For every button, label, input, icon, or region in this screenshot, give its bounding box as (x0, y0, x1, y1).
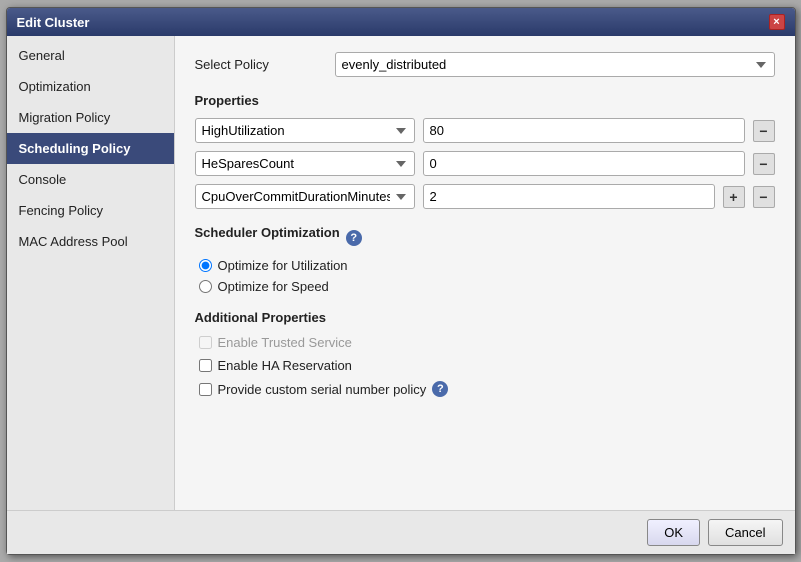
scheduler-help-icon[interactable]: ? (346, 230, 362, 246)
radio-label-opt-utilization[interactable]: Optimize for Utilization (218, 258, 348, 273)
property-row-1: HeSparesCount − (195, 151, 775, 176)
checkbox-row-custom-serial: Provide custom serial number policy? (195, 381, 775, 397)
main-content: Select Policy evenly_distributednonepowe… (175, 36, 795, 510)
radio-opt-utilization[interactable] (199, 259, 212, 272)
property-minus-button-0[interactable]: − (753, 120, 775, 142)
radio-opt-speed[interactable] (199, 280, 212, 293)
sidebar-item-mac-address-pool[interactable]: MAC Address Pool (7, 226, 174, 257)
select-policy-row: Select Policy evenly_distributednonepowe… (195, 52, 775, 77)
properties-title: Properties (195, 93, 775, 108)
edit-cluster-dialog: Edit Cluster × GeneralOptimizationMigrat… (6, 7, 796, 555)
radio-label-opt-speed[interactable]: Optimize for Speed (218, 279, 329, 294)
ok-button[interactable]: OK (647, 519, 700, 546)
sidebar: GeneralOptimizationMigration PolicySched… (7, 36, 175, 510)
checkbox-enable-trusted (199, 336, 212, 349)
property-type-select-2[interactable]: CpuOverCommitDurationMinutes (195, 184, 415, 209)
select-policy-label: Select Policy (195, 57, 335, 72)
property-plus-button-2[interactable]: + (723, 186, 745, 208)
checkbox-custom-serial[interactable] (199, 383, 212, 396)
checkbox-row-enable-trusted: Enable Trusted Service (195, 335, 775, 350)
scheduler-title-row: Scheduler Optimization ? (195, 225, 775, 250)
checkbox-enable-ha[interactable] (199, 359, 212, 372)
property-row-2: CpuOverCommitDurationMinutes +− (195, 184, 775, 209)
sidebar-item-general[interactable]: General (7, 40, 174, 71)
dialog-titlebar: Edit Cluster × (7, 8, 795, 36)
checkbox-label-enable-ha[interactable]: Enable HA Reservation (218, 358, 352, 373)
checkbox-label-enable-trusted: Enable Trusted Service (218, 335, 352, 350)
dialog-title: Edit Cluster (17, 15, 90, 30)
property-minus-button-1[interactable]: − (753, 153, 775, 175)
policy-select[interactable]: evenly_distributednonepower_saving (335, 52, 775, 77)
property-minus-button-2[interactable]: − (753, 186, 775, 208)
sidebar-item-fencing-policy[interactable]: Fencing Policy (7, 195, 174, 226)
cancel-button[interactable]: Cancel (708, 519, 782, 546)
checkbox-row-enable-ha: Enable HA Reservation (195, 358, 775, 373)
sidebar-item-optimization[interactable]: Optimization (7, 71, 174, 102)
property-type-select-0[interactable]: HighUtilization (195, 118, 415, 143)
radio-row-opt-utilization: Optimize for Utilization (195, 258, 775, 273)
scheduler-title: Scheduler Optimization (195, 225, 340, 240)
additional-section: Additional Properties Enable Trusted Ser… (195, 310, 775, 397)
sidebar-item-console[interactable]: Console (7, 164, 174, 195)
checkbox-help-icon-custom-serial[interactable]: ? (432, 381, 448, 397)
sidebar-item-scheduling-policy[interactable]: Scheduling Policy (7, 133, 174, 164)
checkbox-label-custom-serial[interactable]: Provide custom serial number policy (218, 382, 427, 397)
properties-section: Properties HighUtilization−HeSparesCount… (195, 93, 775, 209)
sidebar-item-migration-policy[interactable]: Migration Policy (7, 102, 174, 133)
property-value-input-2[interactable] (423, 184, 715, 209)
radio-row-opt-speed: Optimize for Speed (195, 279, 775, 294)
dialog-body: GeneralOptimizationMigration PolicySched… (7, 36, 795, 510)
property-value-input-0[interactable] (423, 118, 745, 143)
close-button[interactable]: × (769, 14, 785, 30)
property-value-input-1[interactable] (423, 151, 745, 176)
additional-title: Additional Properties (195, 310, 775, 325)
scheduler-section: Scheduler Optimization ? Optimize for Ut… (195, 225, 775, 294)
property-row-0: HighUtilization − (195, 118, 775, 143)
property-type-select-1[interactable]: HeSparesCount (195, 151, 415, 176)
dialog-footer: OK Cancel (7, 510, 795, 554)
